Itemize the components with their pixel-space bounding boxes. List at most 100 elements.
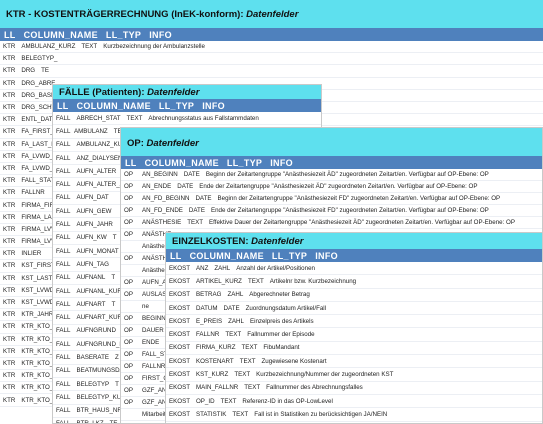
table-cell: FALL — [56, 114, 71, 122]
table-cell: KTR — [3, 164, 16, 172]
table-cell: AUFNART — [76, 300, 106, 308]
table-cell: FALL — [56, 367, 71, 375]
table-cell: OP — [124, 327, 133, 334]
table-cell: OP — [124, 315, 133, 322]
table-cell: ANÄSTHESIE — [142, 219, 182, 226]
table-cell: Kurzbezeichnung/Nummer der zugeordneten … — [256, 371, 394, 379]
table-cell: OP_ID — [195, 397, 215, 405]
table-cell: KTR — [3, 347, 16, 355]
table-cell: OP — [124, 279, 133, 286]
table-cell: KTR — [3, 238, 16, 246]
table-cell: EKOST — [169, 277, 190, 285]
table-cell: FALL — [56, 194, 71, 202]
table-cell: Beginn der Zeitartengruppe "Anästhesieze… — [205, 171, 489, 178]
table-cell: ANZ_DIALYSEN — [76, 154, 123, 162]
table-row: KTR AMBULANZ_KURZ TEXT Kurzbezeichnung der … — [0, 41, 543, 54]
table-cell: ZAHL — [214, 264, 231, 272]
table-cell: ABRECH_STAT — [76, 114, 121, 122]
table-cell: OP — [124, 399, 133, 406]
table-cell: OP — [124, 183, 133, 190]
table-cell: KTR — [3, 299, 16, 307]
table-cell: FALL — [56, 141, 71, 149]
table-cell: TE — [41, 67, 50, 75]
table-cell: DATE — [188, 207, 205, 214]
table-cell: FALL — [56, 380, 71, 388]
table-row: EKOST E_PREIS ZAHL Einzelpreis des Artikels — [166, 315, 542, 329]
table-cell: FALLNR — [195, 331, 220, 339]
table-cell: AN_FD_ENDE — [142, 207, 183, 214]
table-row: EKOST MAIN_FALLNR TEXT Fallnummer des Abrec… — [166, 382, 542, 395]
table-cell: MAIN_FALLNR — [195, 384, 239, 392]
table-row: OP AN_FD_BEGINN DATE Beginn der Zeitartengr… — [121, 193, 542, 205]
table-cell: KTR — [3, 372, 16, 380]
table-row: EKOST FALLNR TEXT Fallnummer der Episode — [166, 328, 542, 342]
table-cell: AUFN_MONAT — [76, 247, 119, 255]
table-cell: OP — [124, 219, 133, 226]
table-cell: KOSTENART — [195, 357, 234, 365]
table-cell: AUFNART_KURZ — [76, 314, 126, 322]
title-text: OP: — [127, 138, 144, 149]
table-cell: FALL — [56, 181, 71, 189]
table-cell: TEXT — [241, 344, 258, 352]
table-row: OP ANÄSTHESIE TEXT Effektive Dauer der Zeit… — [121, 217, 542, 229]
table-cell: KTR — [3, 396, 16, 404]
table-cell: KTR — [3, 55, 16, 63]
table-cell: KTR — [3, 286, 16, 294]
table-row: EKOST ANZ ZAHL Anzahl der Artikel/Positione… — [166, 262, 542, 276]
table-cell: FALL — [56, 314, 71, 322]
table-cell: EKOST — [169, 371, 190, 379]
table-row: KTR DRG TE — [0, 65, 543, 78]
table-cell: FA_LVWD_ — [21, 164, 54, 172]
table-cell: KTR — [3, 140, 16, 148]
column-header: INFO — [149, 29, 172, 40]
table-cell: Fall ist in Statistiken zu berücksichtig… — [254, 410, 388, 418]
table-row: FALL ABRECH_STAT TEXT Abrechnungsstatus aus… — [53, 112, 321, 126]
table-cell: AMBULANZ_KURZ — [21, 43, 76, 51]
table-cell: FA_LVWD_ — [21, 152, 54, 160]
table-row: EKOST OP_ID TEXT Referenz-ID in das OP-LowL… — [166, 395, 542, 409]
table-cell: DATE — [223, 304, 240, 312]
table-cell: FIRMA_KURZ — [195, 344, 236, 352]
table-cell: AUFNGRUND — [76, 327, 116, 335]
table-cell: Abgerechneter Betrag — [249, 291, 310, 299]
panel-title: KTR - KOSTENTRÄGERRECHNUNG (InEK-konform… — [0, 0, 543, 28]
table-cell: AN_ENDE — [142, 183, 172, 190]
table-cell: KTR — [3, 201, 16, 209]
table-cell: FALL — [56, 327, 71, 335]
table-cell: KTR — [3, 262, 16, 270]
table-cell: TEXT — [81, 43, 98, 51]
table-cell: FALL — [56, 167, 71, 175]
table-cell: FIRMA_LVV — [21, 225, 56, 233]
row-list: EKOST ANZ ZAHL Anzahl der Artikel/Positione… — [166, 262, 542, 422]
table-cell: KTR — [3, 67, 16, 75]
title-text: KTR - KOSTENTRÄGERRECHNUNG (InEK-konform… — [6, 8, 244, 20]
table-row: OP AN_ENDE DATE Ende der Zeitartengruppe "A… — [121, 181, 542, 193]
table-cell: Beginn der Zeitartengruppe "Anästhesieze… — [217, 195, 501, 202]
table-cell: FALL — [56, 353, 71, 361]
column-header: COLUMN_NAME — [76, 100, 151, 111]
table-cell: DRG — [21, 67, 36, 75]
table-cell: ANZ — [195, 264, 209, 272]
column-header-row: LL COLUMN_NAME LL_TYP INFO — [53, 99, 321, 112]
column-header: INFO — [270, 157, 293, 168]
table-row: EKOST FIRMA_KURZ TEXT FibuMandant — [166, 342, 542, 356]
table-cell: OP — [124, 339, 133, 346]
table-cell: FALL — [56, 154, 71, 162]
table-cell: TEXT — [126, 114, 143, 122]
table-cell: OP — [124, 375, 133, 382]
table-cell: FALL — [56, 407, 71, 415]
table-cell: AUFN_ALTER — [76, 167, 117, 175]
table-row: OP AN_BEGINN DATE Beginn der Zeitartengrupp… — [121, 169, 542, 181]
table-cell: EKOST — [169, 384, 190, 392]
table-cell: EKOST — [169, 344, 190, 352]
table-cell: BASERATE — [76, 353, 110, 361]
table-cell: KTR_JAHR — [21, 311, 54, 319]
table-cell: EKOST — [169, 317, 190, 325]
table-cell: EKOST — [169, 291, 190, 299]
table-cell: TEXT — [234, 371, 251, 379]
table-cell: KST_LVWD — [21, 299, 55, 307]
table-cell: ARTIKEL_KURZ — [195, 277, 242, 285]
column-header: COLUMN_NAME — [144, 157, 219, 168]
table-cell: FALL_STAT — [21, 177, 55, 185]
table-cell: E_PREIS — [195, 317, 223, 325]
